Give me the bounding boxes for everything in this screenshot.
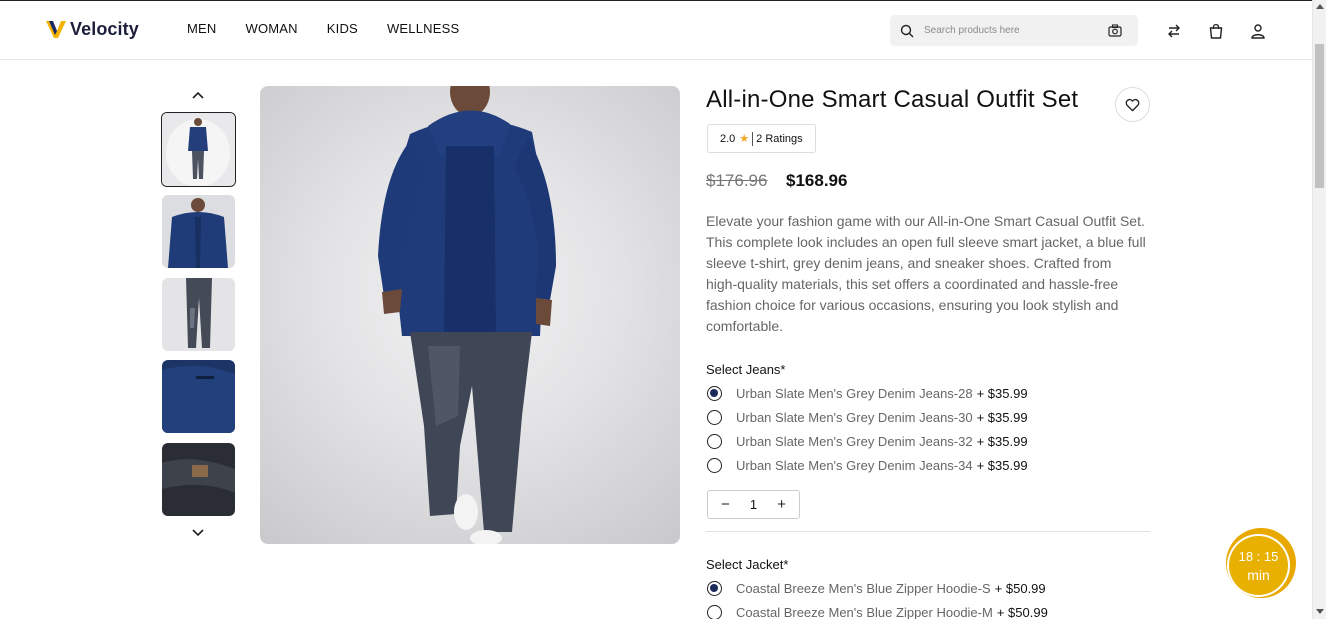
jeans-option-price: + $35.99 <box>976 434 1028 449</box>
nav-men[interactable]: MEN <box>187 21 217 36</box>
wishlist-button[interactable] <box>1115 87 1150 122</box>
jeans-radio-34[interactable] <box>707 458 722 473</box>
velocity-logo-icon <box>46 21 66 38</box>
thumbnail-tshirt-image <box>162 360 235 433</box>
select-jacket-label: Select Jacket* <box>706 557 789 572</box>
rating-badge[interactable]: 2.0 ★ 2 Ratings <box>707 124 816 153</box>
nav-kids[interactable]: KIDS <box>327 21 358 36</box>
jacket-option-name: Coastal Breeze Men's Blue Zipper Hoodie-… <box>736 581 991 596</box>
rating-divider <box>752 131 754 146</box>
jeans-radio-32[interactable] <box>707 434 722 449</box>
timer-time: 18 : 15 <box>1238 548 1279 564</box>
jeans-option-price: + $35.99 <box>976 410 1028 425</box>
jeans-radio-30[interactable] <box>707 410 722 425</box>
jeans-option-name: Urban Slate Men's Grey Denim Jeans-28 <box>736 386 973 401</box>
heart-icon <box>1125 98 1140 111</box>
thumbnail-up-chevron-icon[interactable] <box>190 89 206 101</box>
search-input[interactable] <box>924 25 1094 36</box>
thumbnail-3[interactable] <box>162 278 235 351</box>
original-price: $176.96 <box>706 171 768 190</box>
jeans-option-34[interactable]: Urban Slate Men's Grey Denim Jeans-34 + … <box>707 458 1028 473</box>
thumbnail-model-front-image <box>162 113 235 186</box>
thumbnail-denim-fabric-image <box>162 443 235 516</box>
brand-name: Velocity <box>70 18 139 39</box>
jacket-option-s[interactable]: Coastal Breeze Men's Blue Zipper Hoodie-… <box>707 581 1046 596</box>
main-nav: MEN WOMAN KIDS WELLNESS <box>187 21 488 36</box>
user-icon[interactable] <box>1250 23 1266 39</box>
thumbnail-down-chevron-icon[interactable] <box>190 527 206 539</box>
jeans-quantity-stepper: − 1 + <box>707 490 800 519</box>
scroll-thumb[interactable] <box>1315 44 1324 188</box>
model-outfit-illustration <box>378 86 556 544</box>
quantity-value[interactable]: 1 <box>750 497 757 512</box>
jacket-option-m[interactable]: Coastal Breeze Men's Blue Zipper Hoodie-… <box>707 605 1048 619</box>
increment-button[interactable]: + <box>777 496 786 513</box>
rating-count: 2 Ratings <box>756 132 803 145</box>
brand-logo[interactable]: Velocity <box>45 18 139 40</box>
jeans-option-28[interactable]: Urban Slate Men's Grey Denim Jeans-28 + … <box>707 386 1028 401</box>
thumbnail-5[interactable] <box>162 443 235 516</box>
rating-value: 2.0 <box>720 132 736 145</box>
jacket-option-price: + $50.99 <box>996 605 1048 619</box>
jacket-option-name: Coastal Breeze Men's Blue Zipper Hoodie-… <box>736 605 993 619</box>
section-divider <box>706 531 1150 532</box>
thumbnail-jeans-image <box>162 278 235 351</box>
thumbnail-4[interactable] <box>162 360 235 433</box>
thumbnail-jacket-closeup-image <box>162 195 235 268</box>
thumbnail-2[interactable] <box>162 195 235 268</box>
select-jeans-label: Select Jeans* <box>706 362 786 377</box>
search-bar <box>890 15 1138 46</box>
jacket-radio-m[interactable] <box>707 605 722 619</box>
decrement-button[interactable]: − <box>721 496 730 513</box>
nav-woman[interactable]: WOMAN <box>246 21 298 36</box>
compare-icon[interactable] <box>1166 23 1182 39</box>
jacket-radio-s[interactable] <box>707 581 722 596</box>
star-icon: ★ <box>739 133 750 145</box>
scroll-down-arrow-icon[interactable] <box>1316 609 1324 614</box>
jeans-option-30[interactable]: Urban Slate Men's Grey Denim Jeans-30 + … <box>707 410 1028 425</box>
jacket-option-price: + $50.99 <box>994 581 1046 596</box>
search-icon[interactable] <box>900 24 914 38</box>
jeans-option-name: Urban Slate Men's Grey Denim Jeans-34 <box>736 458 973 473</box>
product-description: Elevate your fashion game with our All-i… <box>706 213 1146 334</box>
timer-unit: min <box>1247 566 1270 583</box>
page-scrollbar[interactable] <box>1312 0 1326 619</box>
jeans-option-price: + $35.99 <box>976 458 1028 473</box>
jeans-option-name: Urban Slate Men's Grey Denim Jeans-32 <box>736 434 973 449</box>
thumbnail-1[interactable] <box>161 112 236 187</box>
jeans-radio-28[interactable] <box>707 386 722 401</box>
sale-price: $168.96 <box>786 171 848 190</box>
nav-wellness[interactable]: WELLNESS <box>387 21 459 36</box>
shopping-bag-icon[interactable] <box>1208 23 1224 39</box>
countdown-timer[interactable]: 18 : 15 min <box>1229 536 1288 595</box>
site-header: Velocity MEN WOMAN KIDS WELLNESS <box>0 0 1312 60</box>
jeans-option-32[interactable]: Urban Slate Men's Grey Denim Jeans-32 + … <box>707 434 1028 449</box>
product-title: All-in-One Smart Casual Outfit Set <box>706 86 1079 113</box>
camera-icon[interactable] <box>1108 24 1122 37</box>
jeans-option-price: + $35.99 <box>976 386 1028 401</box>
jeans-option-name: Urban Slate Men's Grey Denim Jeans-30 <box>736 410 973 425</box>
scroll-up-arrow-icon[interactable] <box>1316 4 1324 9</box>
main-product-image[interactable] <box>260 86 680 544</box>
